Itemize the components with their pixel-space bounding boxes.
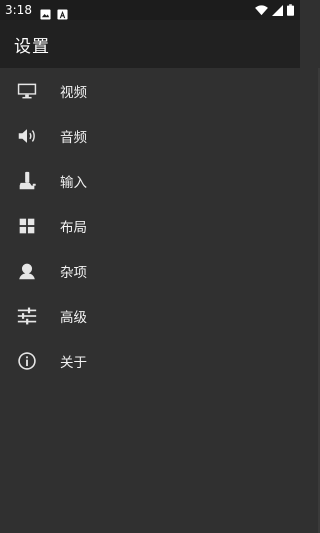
menu-item-audio[interactable]: 音频 [0, 113, 300, 158]
monitor-icon [16, 80, 38, 102]
sliders-icon [16, 305, 38, 327]
menu-item-label: 音频 [60, 129, 87, 146]
info-icon [16, 350, 38, 372]
menu-item-label: 杂项 [60, 264, 87, 281]
menu-item-label: 高级 [60, 309, 87, 326]
app-bar: 设置 [0, 20, 300, 68]
status-system-icons [255, 1, 294, 20]
menu-item-label: 布局 [60, 219, 87, 236]
signal-icon [272, 1, 283, 20]
grid-icon [16, 215, 38, 237]
speaker-icon [16, 125, 38, 147]
menu-item-label: 视频 [60, 84, 87, 101]
page-title: 设置 [14, 36, 50, 57]
settings-menu: 视频 音频 输入 布局 杂项 高级 关于 [0, 68, 300, 383]
battery-icon [287, 1, 294, 20]
user-icon [16, 260, 38, 282]
menu-item-misc[interactable]: 杂项 [0, 248, 300, 293]
status-time: 3:18 [5, 3, 32, 17]
menu-item-about[interactable]: 关于 [0, 338, 300, 383]
image-icon [40, 5, 51, 20]
menu-item-input[interactable]: 输入 [0, 158, 300, 203]
menu-item-advanced[interactable]: 高级 [0, 293, 300, 338]
menu-item-layout[interactable]: 布局 [0, 203, 300, 248]
joystick-icon [16, 170, 38, 192]
menu-item-video[interactable]: 视频 [0, 68, 300, 113]
wifi-icon [255, 1, 268, 20]
menu-item-label: 关于 [60, 354, 87, 371]
status-notification-icons [40, 5, 68, 20]
status-bar: 3:18 [0, 0, 300, 20]
menu-item-label: 输入 [60, 174, 87, 191]
font-icon [57, 5, 68, 20]
